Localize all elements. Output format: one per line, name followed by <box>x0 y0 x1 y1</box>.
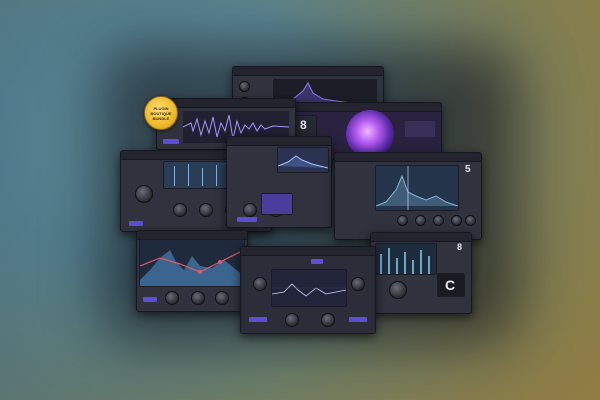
knob[interactable] <box>451 215 462 226</box>
knob[interactable] <box>351 277 365 291</box>
knob[interactable] <box>415 215 426 226</box>
orb-visual <box>346 110 394 158</box>
value-a: 8 <box>300 118 307 132</box>
badge-line3: BUNDLE <box>152 116 170 121</box>
knob[interactable] <box>199 203 213 217</box>
knob[interactable] <box>243 203 257 217</box>
toggle-button[interactable] <box>349 317 367 322</box>
knob[interactable] <box>465 215 476 226</box>
window-titlebar <box>371 233 471 242</box>
knob[interactable] <box>397 215 408 226</box>
top-button[interactable] <box>311 259 323 264</box>
plugin-window-key: 8 C <box>370 232 472 314</box>
analyzer-display <box>375 165 459 211</box>
curve-display <box>271 269 347 307</box>
window-titlebar <box>227 137 331 146</box>
knob[interactable] <box>285 313 299 327</box>
key-value: C <box>445 277 456 293</box>
knob[interactable] <box>433 215 444 226</box>
key-analyzer-display <box>375 243 437 275</box>
eq-button[interactable] <box>143 297 157 302</box>
knob[interactable] <box>389 281 407 299</box>
window-titlebar <box>157 99 295 108</box>
graph-display <box>277 147 329 173</box>
plugin-window-center <box>226 136 332 228</box>
purple-display <box>261 193 293 215</box>
window-titlebar <box>233 67 383 76</box>
knob[interactable] <box>321 313 335 327</box>
knob[interactable] <box>215 291 229 305</box>
knob[interactable] <box>239 81 250 92</box>
plugin-window-front <box>240 246 376 334</box>
preset-button[interactable] <box>129 221 143 226</box>
knob[interactable] <box>135 185 153 203</box>
knob[interactable] <box>253 277 267 291</box>
window-titlebar <box>335 153 481 162</box>
value-d: 8 <box>457 242 463 252</box>
plugin-window-analyzer: 5 <box>334 152 482 240</box>
value-display: 8 <box>293 115 317 137</box>
knob[interactable] <box>173 203 187 217</box>
knob[interactable] <box>165 291 179 305</box>
active-button[interactable] <box>237 217 257 222</box>
window-titlebar <box>241 247 375 256</box>
knob[interactable] <box>191 291 205 305</box>
plugin-window-eq <box>136 230 248 312</box>
info-text <box>405 121 435 137</box>
eq-display <box>139 239 245 287</box>
mode-button[interactable] <box>163 139 179 144</box>
toggle-button[interactable] <box>249 317 267 322</box>
award-badge: PLUGIN BOUTIQUE BUNDLE <box>144 96 178 130</box>
value-c: 5 <box>465 164 471 175</box>
key-display: C <box>437 273 465 297</box>
